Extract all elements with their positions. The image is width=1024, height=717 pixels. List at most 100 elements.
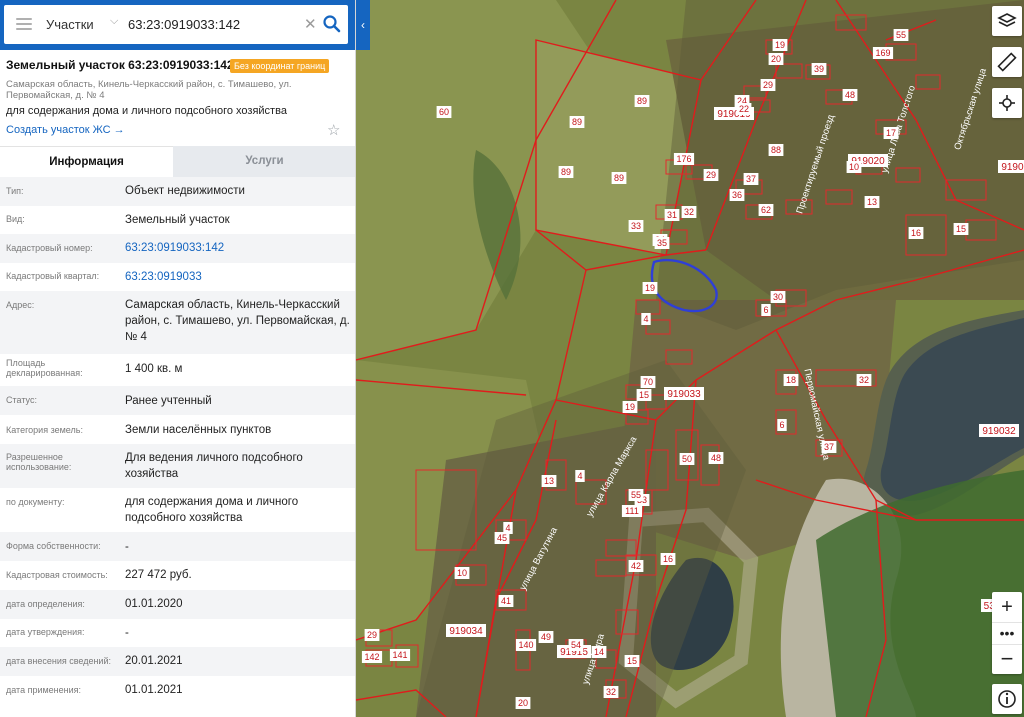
svg-text:30: 30 (773, 292, 783, 302)
parcel-number-label: 49 (538, 631, 554, 643)
svg-text:13: 13 (867, 197, 877, 207)
quarter-label: 919032 (979, 424, 1019, 437)
svg-text:15: 15 (639, 390, 649, 400)
zoom-in-button[interactable]: + (992, 594, 1022, 620)
more-icon[interactable]: ••• (992, 622, 1022, 643)
ruler-button[interactable] (992, 47, 1022, 77)
star-icon[interactable]: ☆ (327, 121, 340, 139)
field-value: 1 400 кв. м (125, 363, 183, 375)
field-value: 01.01.2021 (125, 684, 183, 696)
field-label: Разрешенное использование: (6, 452, 72, 472)
locate-button[interactable] (992, 88, 1022, 118)
collapse-panel-button[interactable]: ‹ (356, 0, 370, 50)
field-value: Земельный участок (125, 214, 230, 226)
svg-text:89: 89 (637, 96, 647, 106)
field-label: Тип: (6, 186, 24, 196)
svg-text:33: 33 (631, 221, 641, 231)
zoom-out-button[interactable]: − (992, 644, 1022, 673)
map-view[interactable]: 9190199190209190219190339190329190349191… (356, 0, 1024, 717)
parcel-number-label: 20 (515, 697, 531, 709)
parcel-number-label: 50 (679, 453, 695, 465)
svg-text:41: 41 (501, 596, 511, 606)
svg-text:42: 42 (631, 561, 641, 571)
parcel-number-label: 18 (783, 374, 799, 386)
field-value: 227 472 руб. (125, 569, 192, 581)
svg-text:19: 19 (625, 402, 635, 412)
svg-text:35: 35 (657, 238, 667, 248)
parcel-number-label: 19 (642, 282, 658, 294)
field-row-cadastral-quarter: Кадастровый квартал: 63:23:0919033 (0, 263, 355, 291)
svg-text:89: 89 (614, 173, 624, 183)
field-label: дата утверждения: (6, 627, 85, 637)
info-button[interactable] (992, 684, 1022, 714)
svg-text:176: 176 (676, 154, 691, 164)
parcel-number-label: 22 (736, 103, 752, 115)
field-label: Площадь декларированная: (6, 358, 83, 378)
svg-text:140: 140 (518, 640, 533, 650)
field-label: дата внесения сведений: (6, 656, 111, 666)
menu-icon[interactable] (16, 18, 32, 30)
svg-text:48: 48 (711, 453, 721, 463)
search-icon[interactable] (322, 13, 342, 35)
field-value: Земли населённых пунктов (125, 424, 272, 436)
parcel-number-label: 10 (846, 161, 862, 173)
create-plot-link[interactable]: Создать участок ЖС → (6, 124, 125, 136)
field-value: Самарская область, Кинель-Черкасский рай… (125, 299, 350, 343)
field-label: Адрес: (6, 300, 35, 310)
cadastral-quarter-link[interactable]: 63:23:0919033 (125, 269, 350, 285)
field-row-ownership: Форма собственности: - (0, 532, 355, 561)
parcel-number-label: 13 (864, 196, 880, 208)
parcel-number-label: 88 (768, 144, 784, 156)
field-label: дата применения: (6, 685, 82, 695)
quarter-label: 919033 (664, 387, 704, 400)
parcel-number-label: 4 (641, 313, 651, 325)
svg-text:19: 19 (775, 40, 785, 50)
svg-text:88: 88 (771, 145, 781, 155)
svg-text:60: 60 (439, 107, 449, 117)
parcel-number-label: 16 (908, 227, 924, 239)
field-row-type: Тип: Объект недвижимости (0, 177, 355, 206)
field-row-cadastral-value: Кадастровая стоимость: 227 472 руб. (0, 561, 355, 590)
parcel-number-label: 29 (364, 629, 380, 641)
tab-info[interactable]: Информация (0, 146, 173, 177)
svg-text:29: 29 (706, 170, 716, 180)
map-canvas[interactable]: 9190199190209190219190339190329190349191… (356, 0, 1024, 717)
parcel-number-label: 55 (628, 489, 644, 501)
parcel-number-label: 62 (758, 204, 774, 216)
field-label: по документу: (6, 497, 65, 507)
chevron-down-icon[interactable]: ⌵ (110, 15, 118, 28)
field-row-permitted-use: Разрешенное использование: Для ведения л… (0, 444, 355, 488)
svg-text:919033: 919033 (667, 389, 701, 400)
svg-text:10: 10 (457, 568, 467, 578)
status-badge: Без координат границ (230, 59, 330, 73)
parcel-number-label: 70 (640, 376, 656, 388)
field-row-application-date: дата применения: 01.01.2021 (0, 676, 355, 717)
parcel-number-label: 32 (681, 206, 697, 218)
svg-text:32: 32 (606, 687, 616, 697)
field-value: Объект недвижимости (125, 185, 245, 197)
svg-text:55: 55 (896, 30, 906, 40)
layers-icon (997, 13, 1017, 27)
field-label: Категория земель: (6, 425, 83, 435)
parcel-number-label: 4 (575, 470, 585, 482)
parcel-number-label: 89 (558, 166, 574, 178)
cadastral-number-link[interactable]: 63:23:0919033:142 (125, 240, 350, 256)
svg-text:18: 18 (786, 375, 796, 385)
parcel-number-label: 14 (591, 646, 607, 658)
tab-services[interactable]: Услуги (173, 146, 355, 177)
layers-button[interactable] (992, 6, 1022, 36)
field-row-kind: Вид: Земельный участок (0, 206, 355, 234)
field-row-area: Площадь декларированная: 1 400 кв. м (0, 354, 355, 386)
search-input[interactable] (128, 13, 298, 35)
clear-icon[interactable]: ✕ (304, 15, 317, 33)
svg-text:70: 70 (643, 377, 653, 387)
svg-text:20: 20 (771, 54, 781, 64)
svg-text:6: 6 (779, 420, 784, 430)
parcel-number-label: 33 (628, 220, 644, 232)
field-label: Статус: (6, 395, 37, 405)
parcel-number-label: 169 (872, 47, 894, 59)
parcel-number-label: 32 (603, 686, 619, 698)
svg-text:6: 6 (763, 305, 768, 315)
object-type-select[interactable]: Участки (46, 17, 94, 32)
info-icon (998, 690, 1016, 708)
